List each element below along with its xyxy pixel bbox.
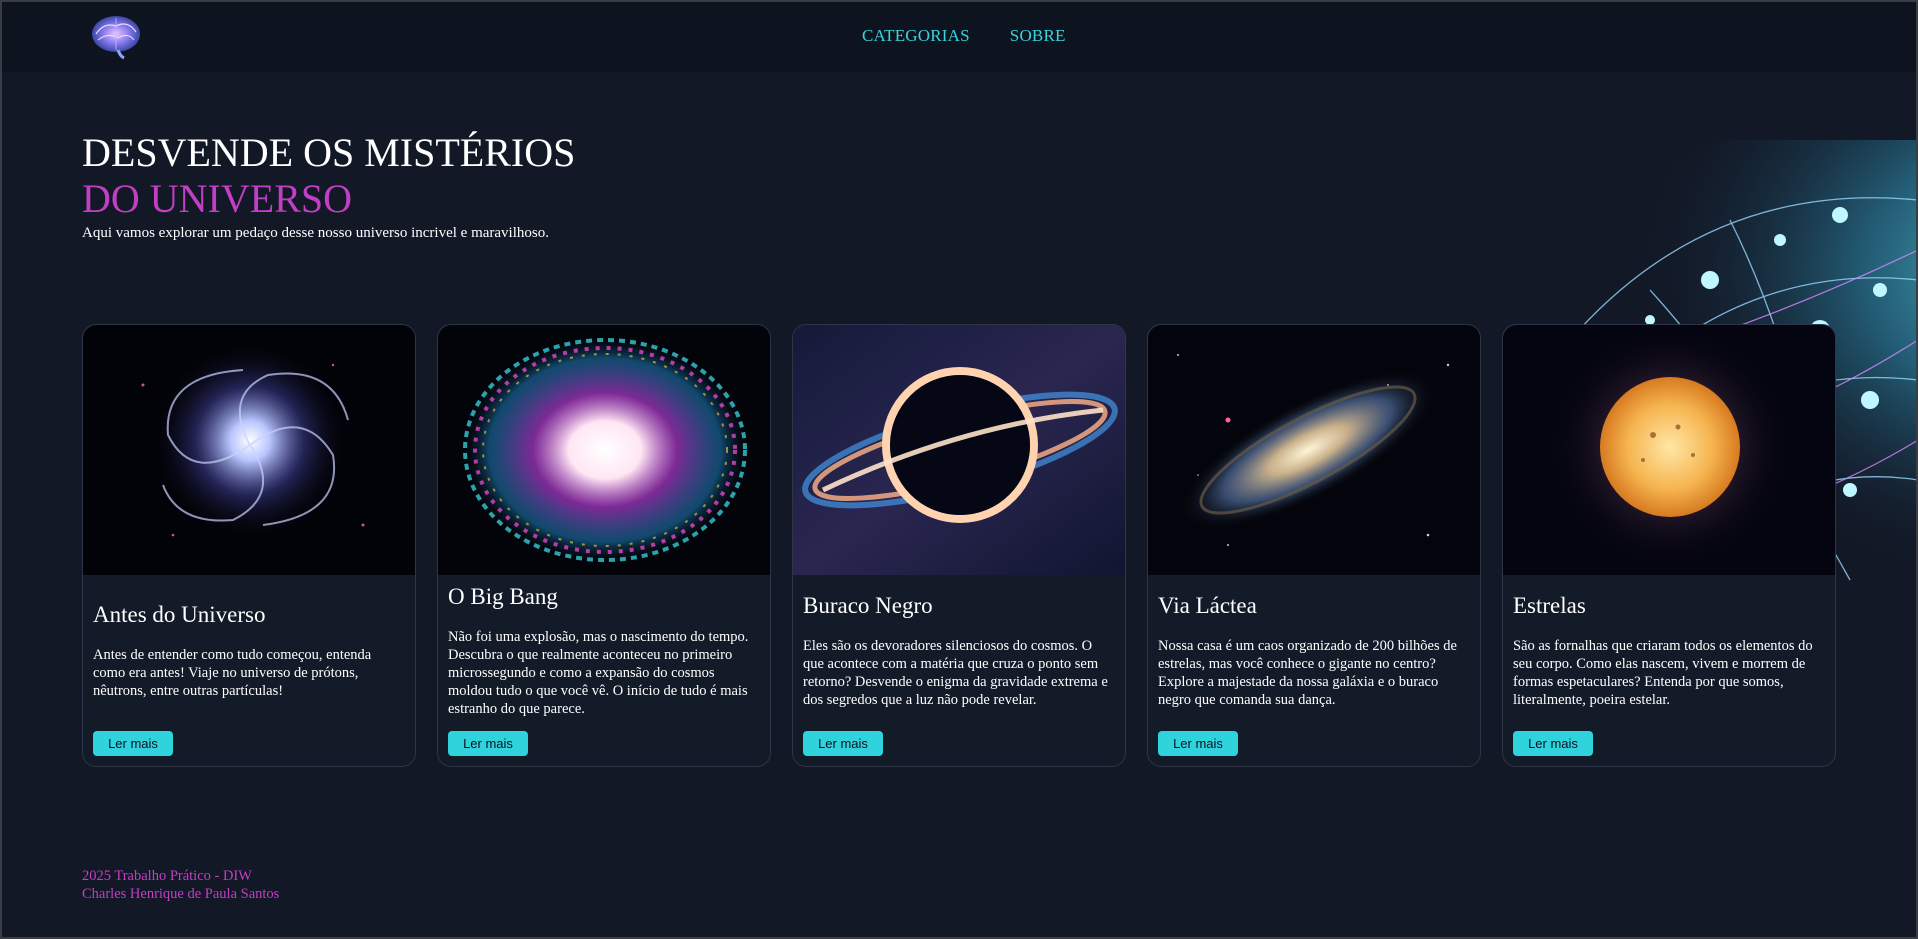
- hero-subtitle: Aqui vamos explorar um pedaço desse noss…: [82, 225, 549, 241]
- card-title: Buraco Negro: [803, 592, 933, 618]
- card-title: Antes do Universo: [93, 601, 266, 627]
- spiral-vortex-image: [83, 325, 415, 575]
- cards-list: Antes do Universo Antes de entender como…: [82, 324, 1836, 767]
- card-estrelas: Estrelas São as fornalhas que criaram to…: [1502, 324, 1836, 767]
- card-big-bang: O Big Bang Não foi uma explosão, mas o n…: [437, 324, 771, 767]
- hero-title-line2: DO UNIVERSO: [82, 176, 352, 221]
- card-text: São as fornalhas que criaram todos os el…: [1513, 637, 1813, 708]
- read-more-button[interactable]: Ler mais: [448, 731, 528, 756]
- card-text: Eles são os devoradores silenciosos do c…: [803, 637, 1108, 708]
- brain-icon[interactable]: [90, 12, 142, 60]
- card-body: O Big Bang Não foi uma explosão, mas o n…: [448, 575, 760, 726]
- card-body: Via Láctea Nossa casa é um caos organiza…: [1158, 575, 1470, 726]
- black-hole-image: [793, 325, 1125, 575]
- read-more-button[interactable]: Ler mais: [803, 731, 883, 756]
- hero-title-line1: DESVENDE OS MISTÉRIOS: [82, 130, 576, 175]
- card-body: Antes do Universo Antes de entender como…: [93, 575, 405, 726]
- big-bang-explosion-image: [438, 325, 770, 575]
- footer-line2: Charles Henrique de Paula Santos: [82, 886, 280, 902]
- card-via-lactea: Via Láctea Nossa casa é um caos organiza…: [1147, 324, 1481, 767]
- card-body: Buraco Negro Eles são os devoradores sil…: [803, 575, 1115, 726]
- card-buraco-negro: Buraco Negro Eles são os devoradores sil…: [792, 324, 1126, 767]
- nav-sobre-link[interactable]: SOBRE: [1010, 26, 1066, 46]
- read-more-button[interactable]: Ler mais: [1513, 731, 1593, 756]
- card-text: Nossa casa é um caos organizado de 200 b…: [1158, 637, 1457, 708]
- card-text: Antes de entender como tudo começou, ent…: [93, 646, 372, 699]
- galaxy-image: [1148, 325, 1480, 575]
- nav-categorias-link[interactable]: CATEGORIAS: [862, 26, 970, 46]
- card-antes-do-universo: Antes do Universo Antes de entender como…: [82, 324, 416, 767]
- site-header: CATEGORIAS SOBRE: [0, 0, 1918, 72]
- footer-line1: 2025 Trabalho Prático - DIW: [82, 868, 252, 884]
- card-title: Estrelas: [1513, 592, 1586, 618]
- read-more-button[interactable]: Ler mais: [1158, 731, 1238, 756]
- card-title: Via Láctea: [1158, 592, 1257, 618]
- main-nav: CATEGORIAS SOBRE: [862, 26, 1066, 46]
- sun-star-image: [1503, 325, 1835, 575]
- card-title: O Big Bang: [448, 583, 558, 609]
- hero-section: DESVENDE OS MISTÉRIOS DO UNIVERSO Aqui v…: [82, 130, 575, 242]
- site-footer: 2025 Trabalho Prático - DIW Charles Henr…: [82, 867, 279, 903]
- card-text: Não foi uma explosão, mas o nascimento d…: [448, 628, 749, 717]
- read-more-button[interactable]: Ler mais: [93, 731, 173, 756]
- card-body: Estrelas São as fornalhas que criaram to…: [1513, 575, 1825, 726]
